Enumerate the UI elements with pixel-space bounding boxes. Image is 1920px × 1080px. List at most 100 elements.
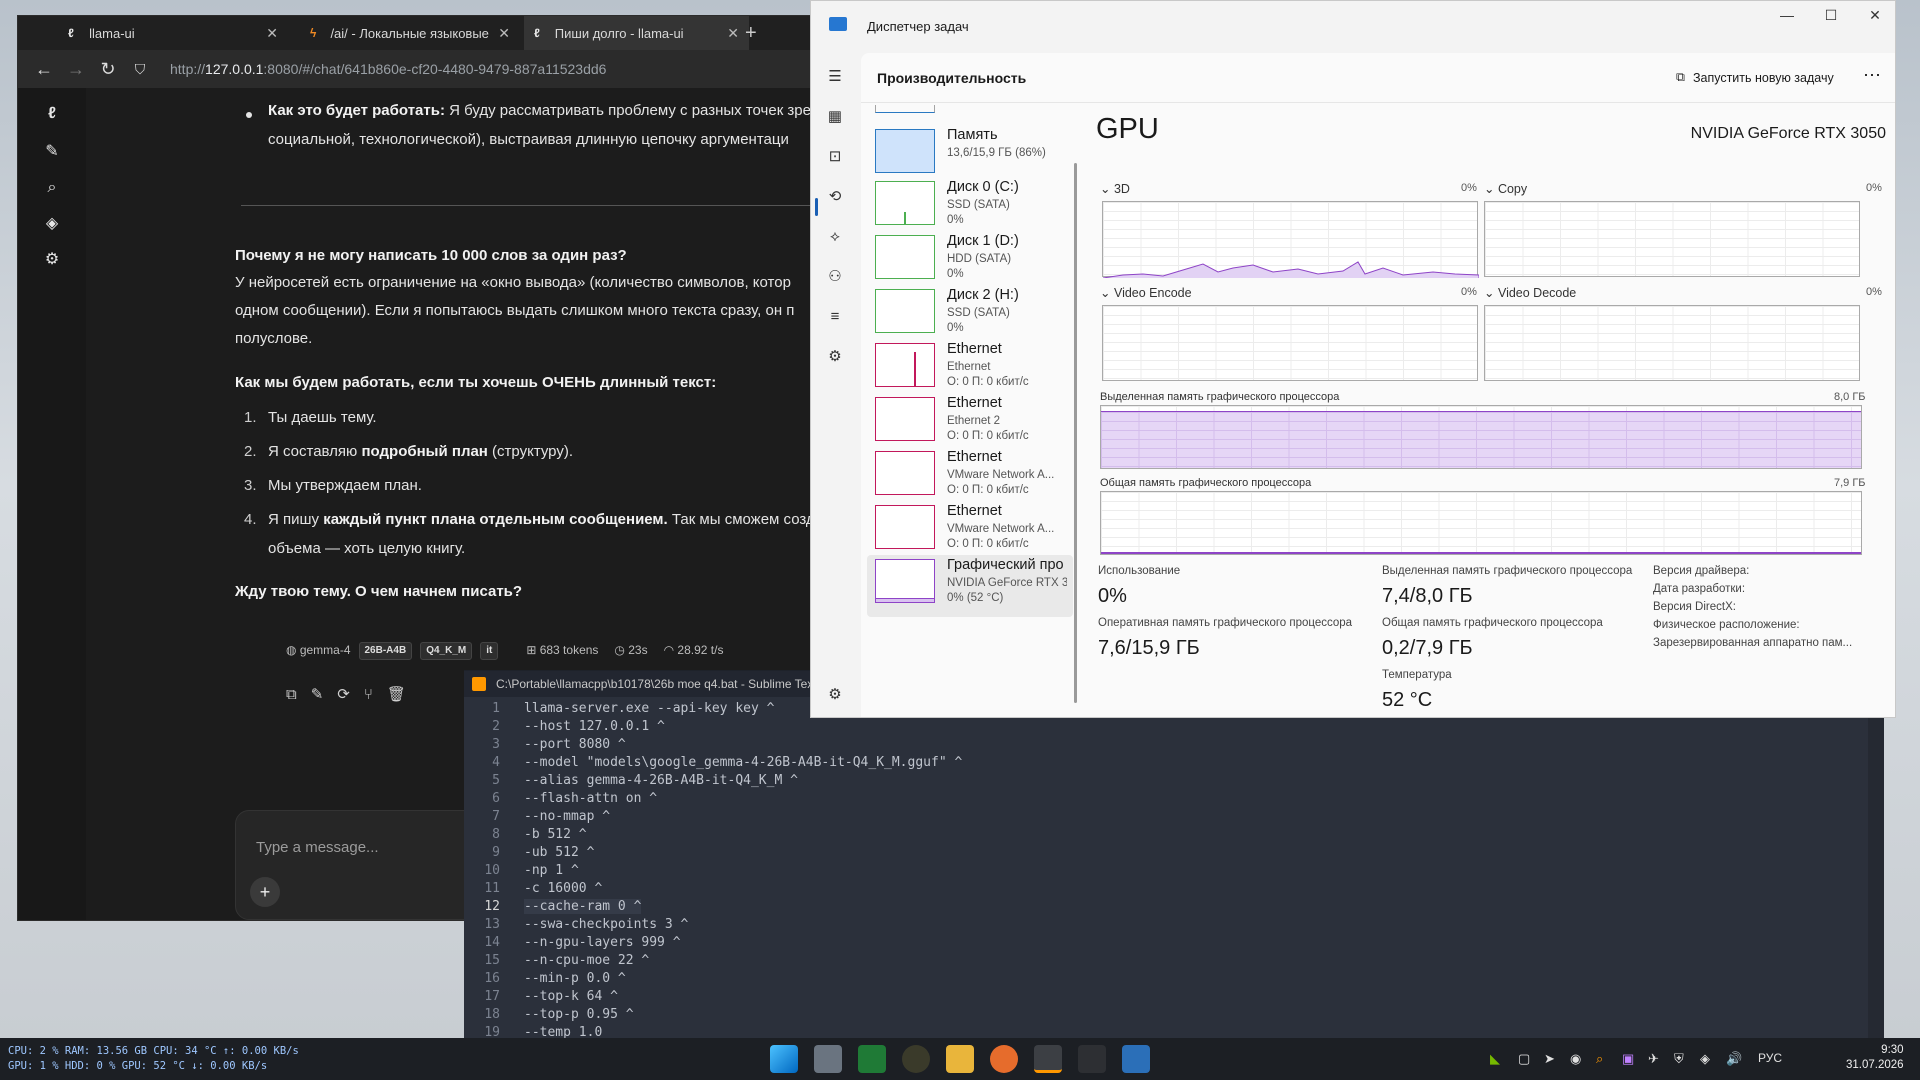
code-line[interactable]: --n-gpu-layers 999 ^ bbox=[524, 935, 681, 950]
device-item[interactable]: Ethernet Ethernet О: 0 П: 0 кбит/с bbox=[867, 339, 1073, 401]
code-line[interactable]: -c 16000 ^ bbox=[524, 881, 602, 896]
device-item[interactable]: Ethernet Ethernet 2 О: 0 П: 0 кбит/с bbox=[867, 393, 1073, 455]
snipping-tool-icon[interactable] bbox=[814, 1045, 842, 1073]
firefox-icon[interactable] bbox=[990, 1045, 1018, 1073]
code-line[interactable]: --flash-attn on ^ bbox=[524, 791, 657, 806]
line-number: 18 bbox=[484, 1007, 500, 1022]
engine-pct: 0% bbox=[1866, 286, 1882, 298]
close-tab-icon[interactable]: ✕ bbox=[498, 25, 510, 42]
device-item[interactable]: Ethernet VMware Network A... О: 0 П: 0 кби… bbox=[867, 447, 1073, 509]
code-line[interactable]: -ub 512 ^ bbox=[524, 845, 594, 860]
users-icon[interactable]: ⚇ bbox=[825, 267, 845, 287]
editor-scrollbar[interactable] bbox=[1868, 697, 1884, 1038]
network-icon[interactable]: ◈ bbox=[1700, 1051, 1710, 1067]
run-new-task-button[interactable]: ⧉ Запустить новую задачу bbox=[1676, 70, 1834, 85]
more-options-icon[interactable]: ⋯ bbox=[1863, 65, 1881, 86]
delete-icon[interactable]: 🗑 bbox=[387, 680, 406, 709]
new-chat-icon[interactable]: ✎ bbox=[42, 142, 62, 162]
minimize-button[interactable]: — bbox=[1767, 7, 1807, 29]
device-subtext: Ethernet 2 bbox=[947, 415, 1001, 427]
model-badge[interactable]: ◍ gemma-4 bbox=[286, 636, 351, 665]
copy-icon[interactable]: ⧉ bbox=[286, 680, 297, 709]
reload-icon[interactable]: ↻ bbox=[92, 59, 124, 80]
clock[interactable]: 9:30 31.07.2026 bbox=[1846, 1043, 1904, 1073]
code-line[interactable]: -b 512 ^ bbox=[524, 827, 587, 842]
start-icon[interactable] bbox=[770, 1045, 798, 1073]
telegram-icon[interactable]: ➤ bbox=[1544, 1051, 1555, 1067]
back-icon[interactable]: ← bbox=[28, 59, 60, 80]
device-item[interactable]: Диск 2 (H:) SSD (SATA) 0% bbox=[867, 285, 1073, 347]
code-line[interactable]: --min-p 0.0 ^ bbox=[524, 971, 626, 986]
code-line[interactable]: --swa-checkpoints 3 ^ bbox=[524, 917, 688, 932]
code-line[interactable]: --temp 1.0 bbox=[524, 1025, 602, 1038]
usage-label: Использование bbox=[1098, 565, 1181, 577]
language-indicator[interactable]: РУС bbox=[1758, 1051, 1782, 1065]
edit-icon[interactable]: ✎ bbox=[311, 680, 324, 709]
details-icon[interactable]: ≡ bbox=[825, 307, 845, 327]
tray-window-icon[interactable]: ▢ bbox=[1518, 1051, 1530, 1067]
message-input[interactable]: Type a message... bbox=[256, 833, 379, 862]
engine-copy-label[interactable]: ⌄ Copy bbox=[1484, 181, 1527, 196]
settings-icon[interactable]: ⚙ bbox=[42, 250, 62, 270]
code-line[interactable]: --port 8080 ^ bbox=[524, 737, 626, 752]
search-tray-icon[interactable]: ⌕ bbox=[1596, 1051, 1603, 1067]
branch-icon[interactable]: ⑂ bbox=[364, 680, 373, 709]
app-icon[interactable] bbox=[902, 1045, 930, 1073]
device-item[interactable]: Графический про NVIDIA GeForce RTX 30 0% (… bbox=[867, 555, 1073, 617]
forward-icon[interactable]: → bbox=[60, 59, 92, 80]
processes-icon[interactable]: ▦ bbox=[825, 107, 845, 127]
tag-chip: it bbox=[480, 641, 499, 660]
vpn-icon[interactable]: ✈ bbox=[1648, 1051, 1659, 1067]
close-tab-icon[interactable]: ✕ bbox=[727, 25, 739, 42]
device-item[interactable]: Диск 1 (D:) HDD (SATA) 0% bbox=[867, 231, 1073, 293]
nvidia-app-icon[interactable] bbox=[858, 1045, 886, 1073]
device-item[interactable]: Диск 0 (C:) SSD (SATA) 0% bbox=[867, 177, 1073, 239]
terminal-icon[interactable] bbox=[1078, 1045, 1106, 1073]
models-icon[interactable]: ◈ bbox=[42, 214, 62, 234]
maximize-button[interactable]: ☐ bbox=[1811, 7, 1851, 29]
code-line[interactable]: --n-cpu-moe 22 ^ bbox=[524, 953, 649, 968]
search-icon[interactable]: ⌕ bbox=[42, 178, 62, 198]
settings-icon[interactable]: ⚙ bbox=[825, 685, 845, 705]
task-manager-taskbar-icon[interactable] bbox=[1122, 1045, 1150, 1073]
code-line[interactable]: --cache-ram 0 ^ bbox=[524, 899, 642, 914]
close-button[interactable]: ✕ bbox=[1855, 7, 1895, 29]
engine-video-decode-label[interactable]: ⌄ Video Decode bbox=[1484, 285, 1576, 300]
steam-icon[interactable]: ◉ bbox=[1570, 1051, 1581, 1067]
code-line[interactable]: --no-mmap ^ bbox=[524, 809, 610, 824]
sublime-text-icon[interactable] bbox=[1034, 1045, 1062, 1073]
file-explorer-icon[interactable] bbox=[946, 1045, 974, 1073]
performance-icon[interactable]: ⊡ bbox=[825, 147, 845, 167]
code-line[interactable]: --top-p 0.95 ^ bbox=[524, 1007, 634, 1022]
monitor-tray-icon[interactable]: ▣ bbox=[1622, 1051, 1634, 1067]
new-tab-button[interactable]: + bbox=[745, 22, 757, 45]
code-line[interactable]: -np 1 ^ bbox=[524, 863, 579, 878]
tab-write-long[interactable]: ℓ Пиши долго - llama-ui ✕ bbox=[524, 16, 749, 50]
code-line[interactable]: --model "models\google_gemma-4-26B-A4B-i… bbox=[524, 755, 962, 770]
engine-3d-label[interactable]: ⌄ 3D bbox=[1100, 181, 1130, 196]
system-monitor-row1: CPU: 2 % RAM: 13.56 GB CPU: 34 °C ↑: 0.0… bbox=[8, 1045, 299, 1057]
tab-ai-thread[interactable]: ϟ /ai/ - Локальные языковые мо ✕ bbox=[300, 16, 520, 50]
code-line[interactable]: --top-k 64 ^ bbox=[524, 989, 618, 1004]
regenerate-icon[interactable]: ⟳ bbox=[337, 680, 350, 709]
llama-logo-icon[interactable]: ℓ bbox=[42, 104, 62, 124]
tab-llama-ui[interactable]: ℓ llama-ui ✕ bbox=[58, 16, 288, 50]
device-item[interactable]: Ethernet VMware Network A... О: 0 П: 0 кби… bbox=[867, 501, 1073, 563]
engine-video-encode-label[interactable]: ⌄ Video Encode bbox=[1100, 285, 1192, 300]
close-tab-icon[interactable]: ✕ bbox=[266, 25, 278, 42]
app-history-icon[interactable]: ⟲ bbox=[825, 187, 845, 207]
code-line[interactable]: --alias gemma-4-26B-A4B-it-Q4_K_M ^ bbox=[524, 773, 798, 788]
nvidia-tray-icon[interactable]: ◣ bbox=[1490, 1051, 1500, 1067]
hamburger-icon[interactable]: ☰ bbox=[825, 67, 845, 87]
startup-apps-icon[interactable]: ⟡ bbox=[825, 227, 845, 247]
shield-tray-icon[interactable]: ⛨ bbox=[1674, 1051, 1684, 1067]
code-line[interactable]: llama-server.exe --api-key key ^ bbox=[524, 701, 774, 716]
code-line[interactable]: --host 127.0.0.1 ^ bbox=[524, 719, 665, 734]
attach-button[interactable]: + bbox=[250, 877, 280, 907]
services-icon[interactable]: ⚙ bbox=[825, 347, 845, 367]
device-list-scrollbar[interactable] bbox=[1074, 163, 1077, 703]
url-field[interactable]: http://127.0.0.1:8080/#/chat/641b860e-cf… bbox=[170, 61, 606, 77]
line-number: 12 bbox=[484, 899, 500, 914]
shield-icon[interactable]: ⛉ bbox=[124, 61, 156, 78]
volume-icon[interactable]: 🔊 bbox=[1726, 1051, 1742, 1067]
